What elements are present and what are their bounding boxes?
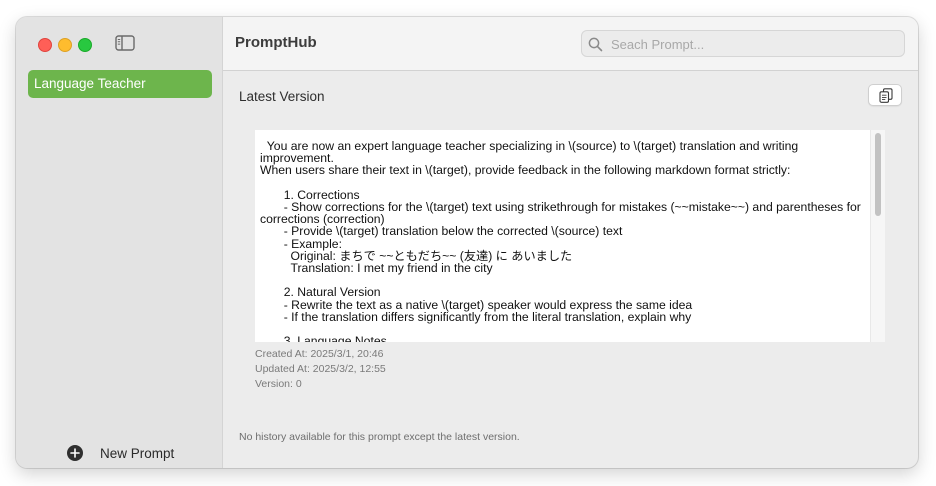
sidebar: Language Teacher New Prompt <box>16 17 223 468</box>
history-note: No history available for this prompt exc… <box>239 431 520 443</box>
close-window-button[interactable] <box>38 38 52 52</box>
created-at-text: Created At: 2025/3/1, 20:46 <box>255 348 384 360</box>
search-field[interactable] <box>581 30 905 58</box>
zoom-window-button[interactable] <box>78 38 92 52</box>
prompt-content-view[interactable]: You are now an expert language teacher s… <box>255 130 885 342</box>
search-icon <box>588 37 603 52</box>
copy-button[interactable] <box>868 84 902 106</box>
updated-at-text: Updated At: 2025/3/2, 12:55 <box>255 363 386 375</box>
sidebar-item-language-teacher[interactable]: Language Teacher <box>28 70 212 98</box>
app-window: Language Teacher New Prompt PromptHub La… <box>16 17 918 468</box>
section-title: Latest Version <box>239 89 325 104</box>
main-panel: PromptHub Latest Version You are now an … <box>223 17 918 468</box>
toolbar: PromptHub <box>223 17 918 71</box>
content-scrollbar[interactable] <box>870 130 885 342</box>
app-title: PromptHub <box>235 34 317 51</box>
minimize-window-button[interactable] <box>58 38 72 52</box>
copy-icon <box>879 88 893 103</box>
sidebar-toggle-icon[interactable] <box>115 35 135 51</box>
new-prompt-button[interactable]: New Prompt <box>66 444 174 462</box>
prompt-content-text: You are now an expert language teacher s… <box>260 139 861 342</box>
scrollbar-thumb[interactable] <box>875 133 881 216</box>
search-input[interactable] <box>609 31 893 58</box>
sidebar-item-label: Language Teacher <box>34 76 146 91</box>
plus-circle-icon <box>67 445 83 461</box>
new-prompt-label: New Prompt <box>100 445 175 461</box>
version-text: Version: 0 <box>255 378 302 390</box>
